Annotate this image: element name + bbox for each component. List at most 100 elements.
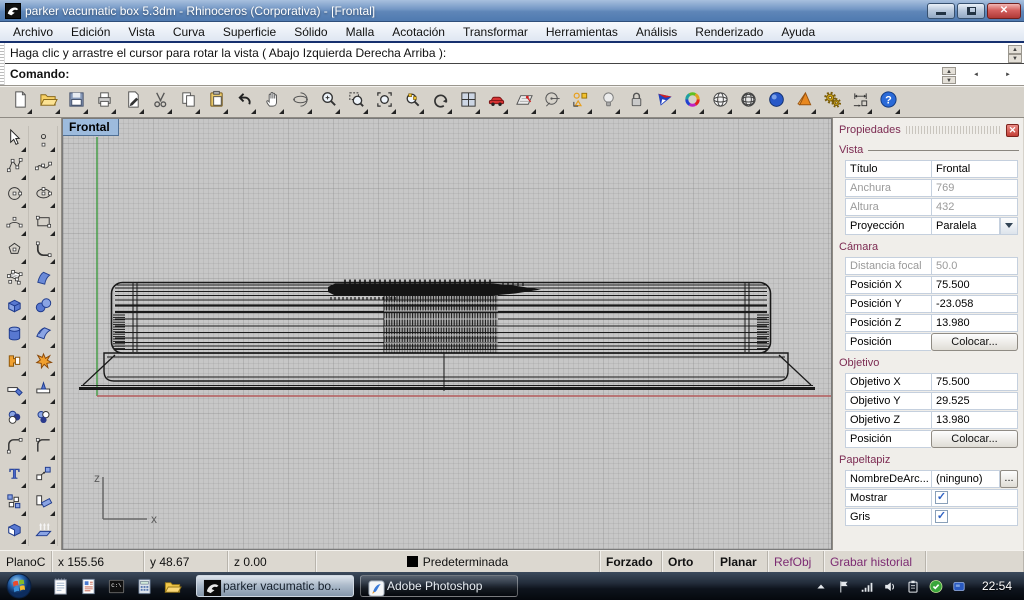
command-scroll-down[interactable]: ▼ xyxy=(1008,54,1022,63)
browse-file-button[interactable]: ... xyxy=(1000,470,1018,488)
gears-button[interactable] xyxy=(818,88,846,116)
lock-button[interactable] xyxy=(622,88,650,116)
lamp-button[interactable] xyxy=(594,88,622,116)
menu-acotacio-n[interactable]: Acotación xyxy=(383,23,454,41)
cplane-map-button[interactable] xyxy=(510,88,538,116)
split-button[interactable] xyxy=(29,378,58,406)
fillet-button[interactable] xyxy=(0,434,29,462)
circles-a-button[interactable] xyxy=(0,406,29,434)
close-button[interactable]: ✕ xyxy=(987,3,1021,19)
taskbar-task-adobe-photoshop[interactable]: Adobe Photoshop xyxy=(360,575,518,597)
restore-button[interactable] xyxy=(957,3,985,19)
tray-flag-icon[interactable] xyxy=(836,578,852,594)
named-view-car-button[interactable] xyxy=(482,88,510,116)
menu-ana-lisis[interactable]: Análisis xyxy=(627,23,686,41)
copy-button[interactable] xyxy=(174,88,202,116)
menu-superficie[interactable]: Superficie xyxy=(214,23,285,41)
blend-button[interactable] xyxy=(29,238,58,266)
menu-archivo[interactable]: Archivo xyxy=(4,23,62,41)
trim-button[interactable] xyxy=(0,378,29,406)
prop-value-proyeccio-n[interactable]: Paralela xyxy=(931,217,1000,235)
menu-transformar[interactable]: Transformar xyxy=(454,23,537,41)
colocar-button-objetivo[interactable]: Colocar... xyxy=(931,430,1018,448)
pen-box-model[interactable] xyxy=(79,280,815,392)
prop-value-objetivo-y[interactable]: 29.525 xyxy=(931,392,1018,410)
cmd-icon[interactable]: C:\ xyxy=(106,576,126,596)
properties-header[interactable]: Propiedades ✕ xyxy=(839,122,1019,138)
folder-ql-icon[interactable] xyxy=(162,576,182,596)
notepad-icon[interactable] xyxy=(50,576,70,596)
curve-interp-button[interactable] xyxy=(29,154,58,182)
tray-green-icon[interactable] xyxy=(928,578,944,594)
prop-value-nombredearc[interactable]: (ninguno) xyxy=(931,470,1000,488)
calc-icon[interactable] xyxy=(134,576,154,596)
command-history-line[interactable]: Haga clic y arrastre el cursor para rota… xyxy=(0,43,1024,64)
sphere-render-button[interactable] xyxy=(762,88,790,116)
rotate-view-button[interactable] xyxy=(286,88,314,116)
srf-curved-button[interactable] xyxy=(29,266,58,294)
sphere-wire-button[interactable] xyxy=(706,88,734,116)
command-prompt[interactable]: Comando: xyxy=(0,64,1024,85)
explode-button[interactable] xyxy=(29,350,58,378)
arc-button[interactable] xyxy=(0,210,29,238)
rectangle-button[interactable] xyxy=(29,210,58,238)
menu-renderizado[interactable]: Renderizado xyxy=(686,23,772,41)
zoom-window-button[interactable] xyxy=(342,88,370,116)
taskbar-task-parker-vacumatic-bo[interactable]: parker vacumatic bo... xyxy=(196,575,354,597)
viewport-frontal[interactable]: Frontal xyxy=(62,118,832,550)
curve-button[interactable] xyxy=(0,154,29,182)
tray-vol-icon[interactable] xyxy=(882,578,898,594)
menu-vista[interactable]: Vista xyxy=(119,23,163,41)
extrude-button[interactable] xyxy=(29,518,58,546)
status-segment-planoc[interactable]: PlanoC xyxy=(0,551,52,572)
export-button[interactable] xyxy=(118,88,146,116)
viewports-button[interactable] xyxy=(454,88,482,116)
paste-button[interactable] xyxy=(202,88,230,116)
prop-value-posicio-n-y[interactable]: -23.058 xyxy=(931,295,1018,313)
move-button[interactable] xyxy=(29,462,58,490)
sphere-grid-button[interactable] xyxy=(734,88,762,116)
color-wheel-button[interactable] xyxy=(678,88,706,116)
prompt-spin-down[interactable]: ▼ xyxy=(942,76,956,84)
colocar-button-ca-mara[interactable]: Colocar... xyxy=(931,333,1018,351)
prompt-spin-up[interactable]: ▲ xyxy=(942,67,956,75)
pan-button[interactable] xyxy=(258,88,286,116)
status-segment-orto[interactable]: Orto xyxy=(662,551,714,572)
minimize-button[interactable] xyxy=(927,3,955,19)
ellipse-button[interactable] xyxy=(29,182,58,210)
prompt-next-arrow[interactable]: ► xyxy=(1000,67,1016,84)
undo-view-button[interactable] xyxy=(426,88,454,116)
docviewer-icon[interactable] xyxy=(78,576,98,596)
prop-value-posicio-n-z[interactable]: 13.980 xyxy=(931,314,1018,332)
menu-herramientas[interactable]: Herramientas xyxy=(537,23,627,41)
checkbox-gris[interactable]: ✓ xyxy=(935,510,948,523)
undo-button[interactable] xyxy=(230,88,258,116)
tray-net-icon[interactable] xyxy=(859,578,875,594)
status-segment-refobj[interactable]: RefObj xyxy=(768,551,824,572)
menu-curva[interactable]: Curva xyxy=(164,23,214,41)
osnap-button[interactable] xyxy=(566,88,594,116)
blocks-button[interactable] xyxy=(0,490,29,518)
menu-ayuda[interactable]: Ayuda xyxy=(772,23,824,41)
fillet-d-button[interactable] xyxy=(29,434,58,462)
srf-sweep-button[interactable] xyxy=(29,322,58,350)
zoom-extents-button[interactable] xyxy=(370,88,398,116)
circle-button[interactable] xyxy=(0,182,29,210)
status-segment-grabar-historial[interactable]: Grabar historial xyxy=(824,551,926,572)
point-button[interactable] xyxy=(29,126,58,154)
prop-value-posicio-n-x[interactable]: 75.500 xyxy=(931,276,1018,294)
circles-b-button[interactable] xyxy=(29,406,58,434)
text-button[interactable]: T xyxy=(0,462,29,490)
spheres-button[interactable] xyxy=(29,294,58,322)
command-scroll-up[interactable]: ▲ xyxy=(1008,45,1022,54)
select-button[interactable] xyxy=(0,126,29,154)
viewport-tab-frontal[interactable]: Frontal xyxy=(63,119,119,136)
save-button[interactable] xyxy=(62,88,90,116)
tray-up-icon[interactable] xyxy=(813,578,829,594)
prop-value-ti-tulo[interactable]: Frontal xyxy=(931,160,1018,178)
zoom-dynamic-button[interactable] xyxy=(314,88,342,116)
properties-close-button[interactable]: ✕ xyxy=(1006,124,1019,137)
new-file-button[interactable] xyxy=(6,88,34,116)
array-button[interactable] xyxy=(29,490,58,518)
box-button[interactable] xyxy=(0,294,29,322)
